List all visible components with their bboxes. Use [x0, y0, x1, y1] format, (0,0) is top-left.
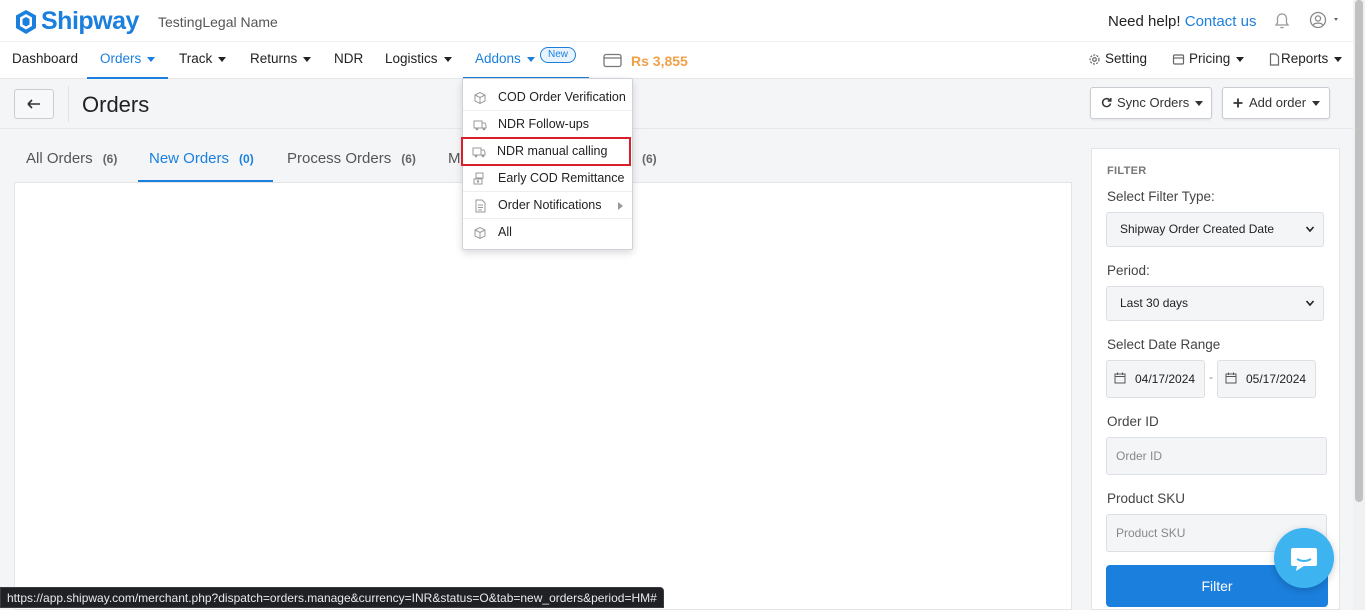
box-icon: [474, 226, 486, 240]
chevron-down-icon: [443, 56, 452, 62]
chevron-down-icon: [1305, 226, 1315, 233]
chevron-down-icon: [526, 56, 535, 62]
header-divider: [68, 86, 69, 122]
nav-setting[interactable]: Setting: [1088, 42, 1147, 79]
main-nav: Dashboard Orders Track Returns NDR Logis…: [0, 42, 1353, 79]
chevron-down-icon: [303, 56, 312, 62]
order-id-label: Order ID: [1107, 414, 1159, 429]
menu-item-order-notifications[interactable]: Order Notifications: [463, 192, 632, 219]
order-id-input[interactable]: Order ID: [1106, 437, 1327, 475]
chevron-right-icon: [618, 202, 623, 210]
filter-type-label: Select Filter Type:: [1107, 189, 1215, 204]
bell-icon[interactable]: [1273, 12, 1291, 30]
document-icon: [475, 199, 486, 213]
menu-item-cod-order-verification[interactable]: COD Order Verification: [463, 84, 632, 111]
logo-icon: [16, 9, 36, 34]
chat-icon: [1291, 548, 1317, 571]
company-name: TestingLegal Name: [158, 14, 278, 30]
wallet-icon[interactable]: [603, 53, 622, 68]
shield-box-icon: [474, 91, 486, 105]
price-tag-icon: [1172, 54, 1185, 65]
page-title: Orders: [82, 92, 150, 117]
tab-process-orders[interactable]: Process Orders (6): [287, 150, 416, 182]
money-icon: [473, 172, 484, 185]
date-to-input[interactable]: 05/17/2024: [1217, 360, 1316, 398]
tab-new-orders[interactable]: New Orders (0): [138, 150, 273, 182]
menu-item-ndr-follow-ups[interactable]: NDR Follow-ups: [463, 111, 632, 138]
shipway-logo[interactable]: Shipway: [14, 7, 139, 36]
tab-partial[interactable]: M: [448, 150, 461, 182]
sync-icon: [1101, 97, 1112, 108]
nav-pricing[interactable]: Pricing: [1172, 42, 1245, 79]
page-scrollbar[interactable]: [1353, 0, 1365, 610]
menu-item-ndr-manual-calling[interactable]: NDR manual calling: [461, 137, 631, 166]
product-sku-label: Product SKU: [1107, 491, 1186, 506]
tab-partial-count[interactable]: (6): [632, 150, 657, 182]
filter-type-select[interactable]: Shipway Order Created Date: [1106, 212, 1324, 247]
nav-logistics[interactable]: Logistics: [385, 42, 452, 79]
menu-item-all[interactable]: All: [463, 219, 632, 246]
chevron-down-icon: [218, 56, 227, 62]
chevron-down-icon: [1195, 101, 1204, 107]
truck-box-icon: [472, 147, 486, 158]
sync-orders-button[interactable]: Sync Orders: [1090, 87, 1212, 119]
nav-returns[interactable]: Returns: [250, 42, 312, 79]
plus-icon: [1233, 98, 1243, 108]
wallet-balance[interactable]: Rs 3,855: [631, 53, 688, 69]
help-text: Need help! Contact us: [1108, 13, 1257, 30]
add-order-button[interactable]: Add order: [1222, 87, 1330, 119]
user-menu-icon[interactable]: [1309, 11, 1343, 31]
addons-dropdown: COD Order Verification NDR Follow-ups ND…: [461, 78, 633, 250]
nav-orders[interactable]: Orders: [87, 42, 169, 79]
new-badge: New: [540, 47, 577, 63]
nav-dashboard[interactable]: Dashboard: [12, 42, 78, 79]
chevron-down-icon: [1305, 300, 1315, 307]
contact-us-link[interactable]: Contact us: [1185, 13, 1257, 30]
gear-icon: [1089, 54, 1100, 65]
date-separator: -: [1209, 370, 1213, 384]
status-bar-url: https://app.shipway.com/merchant.php?dis…: [0, 587, 664, 608]
filter-heading: FILTER: [1107, 165, 1147, 177]
brand-name: Shipway: [41, 7, 139, 35]
chat-button[interactable]: [1274, 528, 1334, 588]
chevron-down-icon: [1334, 56, 1343, 62]
chevron-down-icon: [1312, 101, 1321, 107]
nav-ndr[interactable]: NDR: [334, 42, 363, 79]
chevron-down-icon: [1236, 56, 1245, 62]
nav-reports[interactable]: Reports: [1269, 42, 1343, 79]
tab-all-orders[interactable]: All Orders (6): [26, 150, 117, 182]
date-range-label: Select Date Range: [1107, 337, 1221, 352]
chevron-down-icon: [147, 56, 156, 62]
top-bar: Shipway TestingLegal Name Need help! Con…: [0, 0, 1353, 42]
nav-track[interactable]: Track: [179, 42, 227, 79]
menu-item-early-cod-remittance[interactable]: Early COD Remittance: [463, 165, 632, 192]
scrollbar-thumb[interactable]: [1355, 0, 1363, 502]
report-icon: [1269, 53, 1280, 66]
header-separator: [0, 128, 1353, 129]
period-select[interactable]: Last 30 days: [1106, 286, 1324, 321]
arrow-left-icon: [27, 99, 40, 109]
truck-box-icon: [473, 120, 487, 131]
back-button[interactable]: [14, 89, 54, 119]
calendar-icon: [1225, 372, 1237, 384]
calendar-icon: [1114, 372, 1126, 384]
date-from-input[interactable]: 04/17/2024: [1106, 360, 1205, 398]
period-label: Period:: [1107, 263, 1150, 278]
